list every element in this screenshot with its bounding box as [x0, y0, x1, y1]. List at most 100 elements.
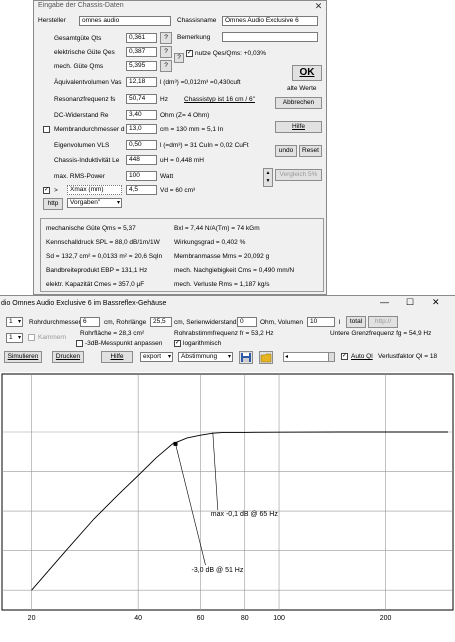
volumen-input[interactable]: 10 [307, 317, 335, 327]
dialog-title: Eingabe der Chassis-Daten [38, 2, 124, 9]
spin-updown[interactable]: ▲ ▼ [263, 168, 273, 187]
x-tick-20: 20 [28, 615, 36, 622]
re-input[interactable]: 3,40 [126, 110, 157, 120]
bemerkung-label: Bemerkung [177, 34, 211, 41]
info-sd: Sd = 132,7 cm² = 0,0133 m² = 20,6 SqIn [46, 253, 163, 260]
ok-button[interactable]: OK [292, 65, 322, 81]
vergleich-button[interactable]: Vergleich 5% [275, 169, 322, 181]
membran-input[interactable]: 13,0 [126, 124, 157, 134]
minimize-icon[interactable]: — [380, 298, 389, 307]
vas-label: Äquivalentvolumen Vas [54, 79, 122, 86]
auto-ql-text: Auto Ql [351, 353, 373, 360]
slider-left-icon[interactable]: ◂ [285, 353, 288, 361]
rms-input[interactable]: 100 [126, 171, 157, 181]
rohrzahl-select[interactable]: 1 [6, 317, 23, 327]
info-rms: mech. Verluste Rms = 1,187 kg/s [174, 281, 270, 288]
fs-label: Resonanzfrequenz fs [54, 96, 116, 103]
qms-input[interactable]: 5,395 [126, 61, 157, 71]
log-label: logarithmisch [183, 340, 222, 347]
hersteller-label: Hersteller [38, 17, 66, 24]
bemerkung-input[interactable] [222, 32, 318, 42]
reset-button[interactable]: Reset [299, 145, 322, 157]
volumen-label: Ohm, Volumen [260, 319, 303, 326]
log-checkbox[interactable]: ✓ [174, 340, 181, 347]
rohrdurchmesser-input[interactable]: 6 [80, 317, 100, 327]
x-tick-60: 60 [197, 615, 205, 622]
le-input[interactable]: 448 [126, 155, 157, 165]
http-button-main[interactable]: http:// [368, 316, 398, 328]
grenz-text: Untere Grenzfrequenz fg = 54,9 Hz [330, 330, 432, 337]
xmax-checkbox[interactable]: ✓ [43, 187, 50, 194]
nutze-q-label: nutze Qes/Qms: +0,03% [195, 50, 266, 57]
chassisname-input[interactable]: Omnes Audio Exclusive 6 [222, 16, 318, 26]
x-tick-100: 100 [273, 615, 285, 622]
hersteller-input[interactable]: omnes audio [79, 16, 171, 26]
chassistyp-link[interactable]: Chassistyp ist 16 cm / 6" [184, 95, 255, 104]
fs-input[interactable]: 50,74 [126, 94, 157, 104]
qts-help-button[interactable]: ? [160, 32, 172, 44]
export-select[interactable]: export [140, 352, 173, 362]
folder-icon[interactable] [259, 351, 273, 364]
qes-input[interactable]: 0,387 [126, 47, 157, 57]
qes-help-button[interactable]: ? [160, 46, 172, 58]
close-icon[interactable]: ✕ [313, 1, 324, 11]
simulieren-label: Simulieren [7, 353, 39, 360]
info-mms: Membranmasse Mms = 20,092 g [174, 253, 270, 260]
xmax-input[interactable]: Xmax (mm) [67, 185, 122, 195]
slider-thumb[interactable] [328, 353, 334, 361]
simulieren-button[interactable]: Simulieren [4, 351, 42, 363]
http-button[interactable]: http [43, 198, 63, 210]
ok-label: OK [299, 67, 315, 78]
close-icon[interactable]: ✕ [432, 298, 440, 307]
abstimm-text: Rohrabstimmfrequenz fr = 53,2 Hz [174, 330, 274, 337]
slider[interactable]: ◂ [283, 352, 335, 362]
le-unit: uH = 0,448 mH [160, 157, 204, 164]
hilfe-button-main[interactable]: Hilfe [101, 351, 133, 363]
re-unit: Ohm (Z= 4 Ohm) [160, 112, 210, 119]
fs-unit: Hz [160, 96, 168, 103]
membran-checkbox[interactable] [43, 126, 50, 133]
serienwiderstand-label: cm, Serienwiderstand [174, 319, 237, 326]
serienwiderstand-input[interactable]: 0 [237, 317, 257, 327]
volumen-unit: l [339, 319, 341, 326]
vorgaben-select[interactable]: Vorgaben" [67, 198, 122, 208]
kammern-checkbox[interactable] [28, 334, 35, 341]
x-tick-40: 40 [134, 615, 142, 622]
qts-label: Gesamtgüte Qts [54, 35, 102, 42]
q-help-button[interactable]: ? [174, 53, 184, 63]
nutze-q-checkbox[interactable]: ✓ [186, 50, 193, 57]
rohrdurchmesser-label: Rohrdurchmesser [29, 319, 81, 326]
drucken-button[interactable]: Drucken [52, 351, 84, 363]
messpunkt-label: -3dB-Messpunkt anpassen [85, 340, 163, 347]
abstimmung-select[interactable]: Abstimmung [178, 352, 233, 362]
abbrechen-button[interactable]: Abbrechen [275, 97, 322, 109]
hilfe-button[interactable]: Hilfe [275, 121, 322, 133]
maximize-icon[interactable]: ☐ [406, 298, 414, 307]
vls-input[interactable]: 0,50 [126, 140, 157, 150]
chassisname-label: Chassisname [177, 17, 217, 24]
auto-ql-checkbox[interactable]: ✓ [341, 353, 348, 360]
kammern-label: Kammern [38, 334, 67, 341]
info-cmes: elektr. Kapazität Cmes = 357,0 µF [46, 281, 145, 288]
annotation-max: max -0,1 dB @ 65 Hz [211, 511, 279, 518]
rohrflaeche-text: Rohrfläche = 28,3 cm² [80, 330, 145, 337]
total-button[interactable]: total [346, 316, 366, 328]
messpunkt-checkbox[interactable] [76, 340, 83, 347]
save-icon[interactable] [239, 351, 253, 364]
f3-marker-line [175, 443, 206, 566]
vls-label: Eigenvolumen VLS [54, 142, 110, 149]
vas-input[interactable]: 12,18 [126, 77, 157, 87]
qts-input[interactable]: 0,361 [126, 33, 157, 43]
info-spl: Kennschalldruck SPL = 88,0 dB/1m/1W [46, 239, 160, 246]
x-tick-80: 80 [241, 615, 249, 622]
rohrlaenge-input[interactable]: 25,5 [150, 317, 172, 327]
qms-help-button[interactable]: ? [160, 60, 172, 72]
undo-button[interactable]: undo [275, 145, 297, 157]
verlust-text: Verlustfaktor Ql = 18 [378, 353, 438, 360]
f3-point [173, 441, 178, 446]
kammern-select[interactable]: 1 [6, 333, 23, 343]
xmax-value[interactable]: 4,5 [126, 185, 157, 195]
alte-werte-label: alte Werte [287, 85, 317, 92]
vd-label: Vd = 60 cm³ [160, 187, 196, 194]
x-tick-200: 200 [380, 615, 392, 622]
